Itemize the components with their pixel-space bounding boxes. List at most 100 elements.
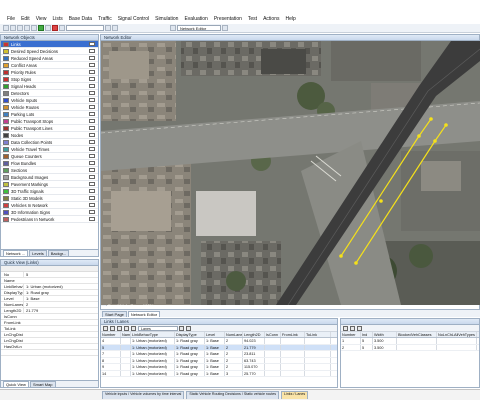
menu-test[interactable]: Test: [247, 16, 258, 22]
network-object-item[interactable]: Queue Counters: [1, 153, 98, 160]
column-header[interactable]: NumLanes: [225, 332, 243, 337]
column-header[interactable]: IsConn: [265, 332, 281, 337]
column-header[interactable]: Number: [101, 332, 121, 337]
sort-icon[interactable]: [124, 325, 129, 331]
network-object-style-swatch[interactable]: [89, 56, 95, 60]
column-header[interactable]: NoLnChLAllVehTypes: [437, 332, 477, 337]
simulation-speed-input[interactable]: [66, 25, 104, 31]
column-header[interactable]: Number: [341, 332, 361, 337]
tab-start-page[interactable]: Start Page: [102, 311, 127, 317]
column-header[interactable]: Level: [205, 332, 225, 337]
quick-view-value[interactable]: 21.779: [23, 308, 98, 313]
column-header[interactable]: Ind: [361, 332, 373, 337]
network-object-style-swatch[interactable]: [89, 154, 95, 158]
column-header[interactable]: Name: [121, 332, 131, 337]
menu-edit[interactable]: Edit: [20, 16, 31, 22]
network-object-item[interactable]: Priority Rules: [1, 69, 98, 76]
network-object-style-swatch[interactable]: [89, 112, 95, 116]
pause-icon[interactable]: [45, 25, 51, 31]
network-object-item[interactable]: Signal Heads: [1, 83, 98, 90]
network-object-style-swatch[interactable]: [89, 119, 95, 123]
network-object-style-swatch[interactable]: [89, 126, 95, 130]
tab-vehicle-inputs[interactable]: Vehicle inputs / Vehicle volumes by time…: [102, 391, 185, 399]
network-object-item[interactable]: Vehicle Routes: [1, 104, 98, 111]
network-object-item[interactable]: Reduced Speed Areas: [1, 55, 98, 62]
stop-icon[interactable]: [52, 25, 58, 31]
network-object-style-swatch[interactable]: [89, 63, 95, 67]
menu-evaluation[interactable]: Evaluation: [183, 16, 208, 22]
menu-signal-control[interactable]: Signal Control: [117, 16, 150, 22]
quick-view-value[interactable]: 1: Urban (motorized): [23, 284, 98, 289]
network-object-style-swatch[interactable]: [89, 189, 95, 193]
network-object-style-swatch[interactable]: [89, 196, 95, 200]
network-object-style-swatch[interactable]: [89, 161, 95, 165]
step-icon[interactable]: [59, 25, 65, 31]
menu-file[interactable]: File: [6, 16, 16, 22]
network-object-item[interactable]: 3D Traffic Signals: [1, 188, 98, 195]
add-icon[interactable]: [103, 325, 108, 331]
network-object-item[interactable]: Vehicle Travel Times: [1, 146, 98, 153]
menu-view[interactable]: View: [35, 16, 48, 22]
network-object-style-swatch[interactable]: [89, 140, 95, 144]
delete-lane-icon[interactable]: [350, 325, 355, 331]
network-object-item[interactable]: Vehicles In Network: [1, 202, 98, 209]
quick-view-value[interactable]: 1: Road gray: [23, 290, 98, 295]
network-object-item[interactable]: Parking Lots: [1, 111, 98, 118]
menu-help[interactable]: Help: [284, 16, 296, 22]
network-object-item[interactable]: Desired Speed Decisions: [1, 48, 98, 55]
network-object-item[interactable]: Sections: [1, 167, 98, 174]
network-editor-select[interactable]: Network Editor: [177, 25, 221, 31]
pan-icon[interactable]: [112, 25, 118, 31]
column-header[interactable]: DisplayType: [175, 332, 205, 337]
menu-presentation[interactable]: Presentation: [213, 16, 243, 22]
column-header[interactable]: Length2D: [243, 332, 265, 337]
network-object-style-swatch[interactable]: [89, 42, 95, 46]
menu-traffic[interactable]: Traffic: [97, 16, 113, 22]
column-header[interactable]: ToLink: [305, 332, 331, 337]
network-object-item[interactable]: Links: [1, 41, 98, 48]
quick-view-value[interactable]: 2: [23, 302, 98, 307]
network-object-item[interactable]: Data Collection Points: [1, 139, 98, 146]
network-object-style-swatch[interactable]: [89, 105, 95, 109]
network-object-item[interactable]: Pavement Markings: [1, 181, 98, 188]
network-object-style-swatch[interactable]: [89, 182, 95, 186]
tab-links-lanes[interactable]: Links / Lanes: [281, 391, 309, 399]
network-object-item[interactable]: Public Transport Stops: [1, 118, 98, 125]
menu-lists[interactable]: Lists: [51, 16, 63, 22]
network-object-item[interactable]: Nodes: [1, 132, 98, 139]
redo-icon[interactable]: [31, 25, 37, 31]
column-header[interactable]: Width: [373, 332, 397, 337]
network-object-item[interactable]: Stop Signs: [1, 76, 98, 83]
tab-quick-view[interactable]: Quick View: [3, 381, 29, 387]
table-row[interactable]: 14 1: Urban (motorized) 1: Road gray 1: Bas…: [101, 370, 337, 377]
lane-columns-icon[interactable]: [357, 325, 362, 331]
network-object-style-swatch[interactable]: [89, 147, 95, 151]
menu-base-data[interactable]: Base Data: [68, 16, 93, 22]
quick-view-row[interactable]: [1, 350, 98, 356]
network-object-style-swatch[interactable]: [89, 133, 95, 137]
network-object-style-swatch[interactable]: [89, 175, 95, 179]
network-object-item[interactable]: Vehicle Inputs: [1, 97, 98, 104]
network-object-item[interactable]: Flow Bundles: [1, 160, 98, 167]
network-object-style-swatch[interactable]: [89, 168, 95, 172]
network-object-item[interactable]: Detectors: [1, 90, 98, 97]
open-file-icon[interactable]: [10, 25, 16, 31]
relation-select[interactable]: Lanes: [138, 325, 178, 331]
column-header[interactable]: FromLink: [281, 332, 305, 337]
layout-icon[interactable]: [170, 25, 176, 31]
tab-network-objects[interactable]: Network ...: [3, 250, 29, 256]
tab-network-editor[interactable]: Network Editor: [127, 311, 161, 317]
column-header[interactable]: LinkBehavType: [131, 332, 175, 337]
delete-icon[interactable]: [110, 325, 115, 331]
quick-view-value[interactable]: 1: Base: [23, 296, 98, 301]
copy-icon[interactable]: [117, 325, 122, 331]
column-header[interactable]: BlockedVehClasses: [397, 332, 437, 337]
network-object-style-swatch[interactable]: [89, 84, 95, 88]
network-object-style-swatch[interactable]: [89, 77, 95, 81]
tab-levels[interactable]: Levels: [29, 250, 47, 256]
zoom-icon[interactable]: [105, 25, 111, 31]
network-object-style-swatch[interactable]: [89, 98, 95, 102]
network-object-item[interactable]: Conflict Areas: [1, 62, 98, 69]
new-file-icon[interactable]: [3, 25, 9, 31]
menu-simulation[interactable]: Simulation: [154, 16, 179, 22]
